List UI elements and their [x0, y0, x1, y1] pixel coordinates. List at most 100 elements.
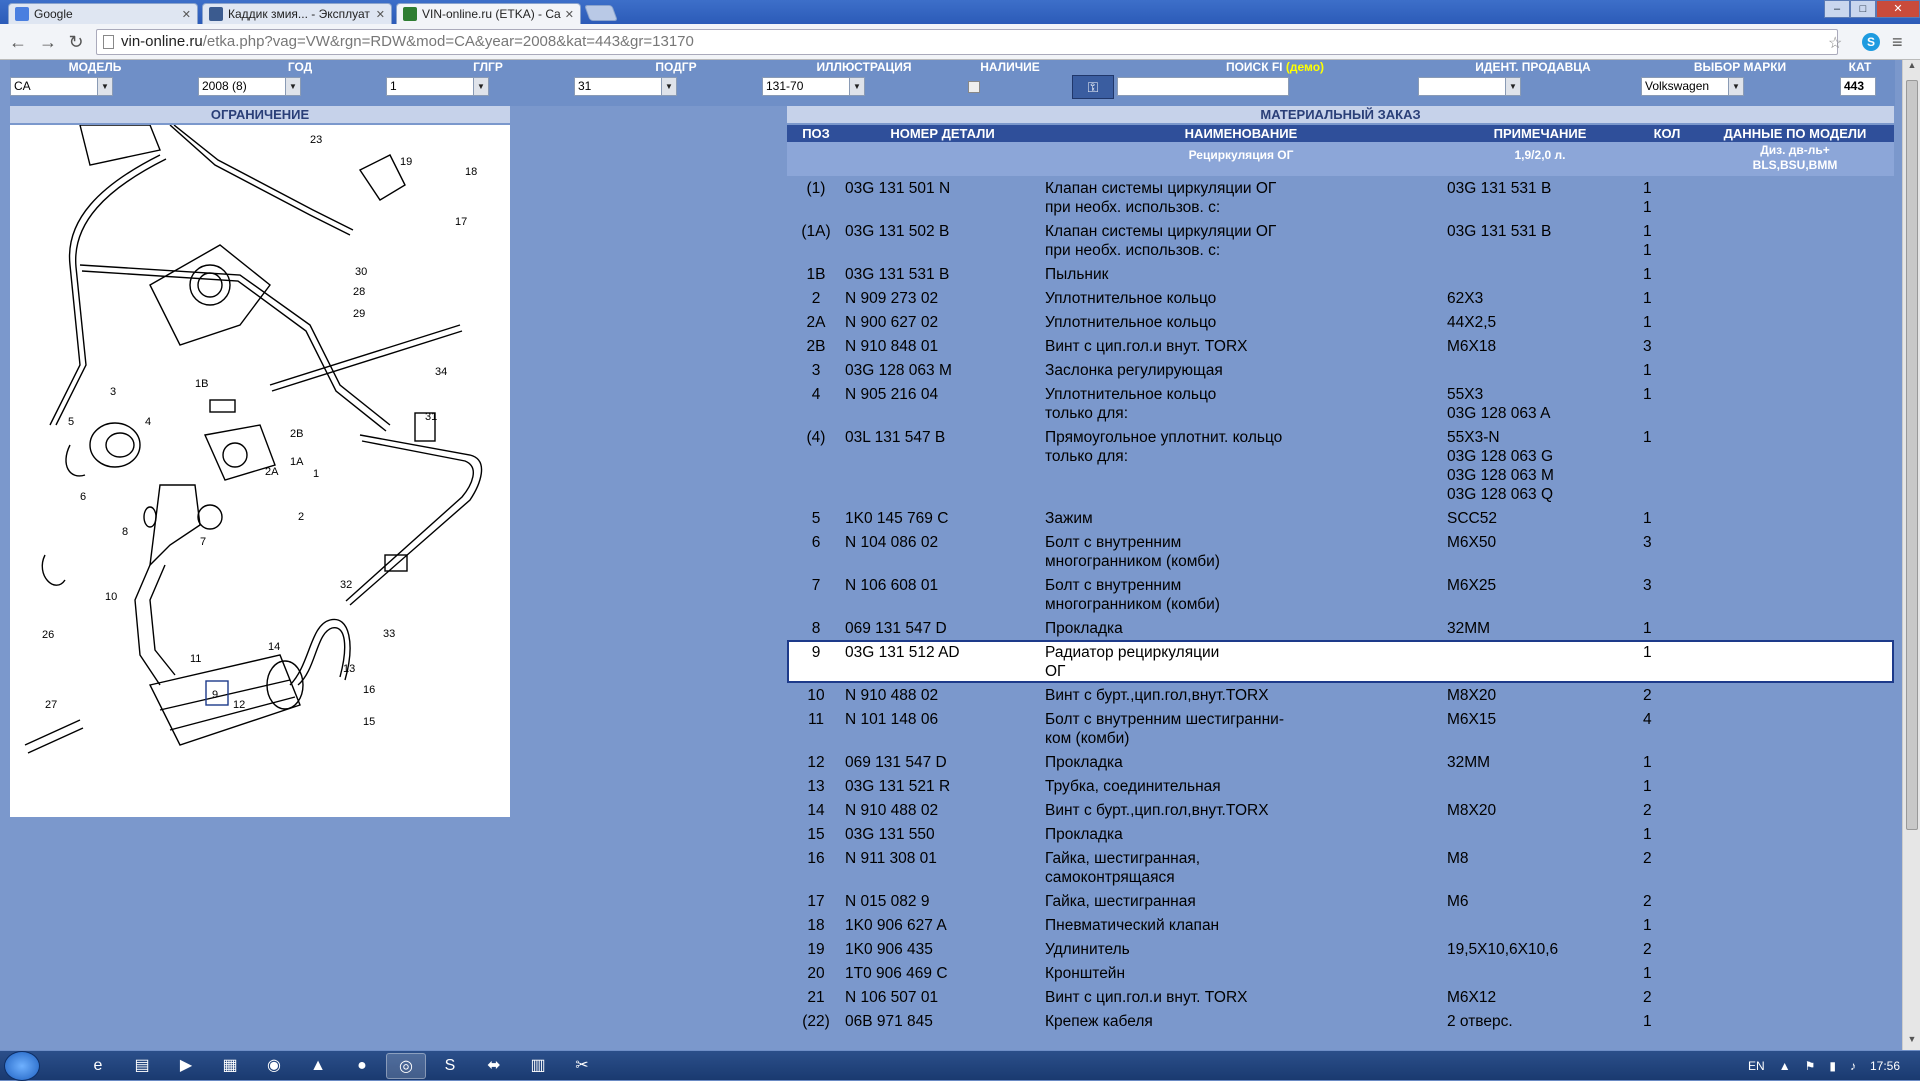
header-number[interactable]: НОМЕР ДЕТАЛИ — [845, 125, 1040, 142]
close-tab-icon[interactable]: ✕ — [376, 8, 385, 21]
fi-search-input[interactable] — [1117, 77, 1289, 96]
table-row[interactable]: 8 069 131 547 D Прокладка 32MM 1 — [787, 616, 1894, 640]
cell-model — [1696, 777, 1894, 796]
subgroup-select[interactable]: 31 ▼ — [574, 77, 677, 96]
table-row[interactable]: 20 1T0 906 469 C Кронштейн 1 — [787, 961, 1894, 985]
table-row[interactable]: 12 069 131 547 D Прокладка 32MM 1 — [787, 750, 1894, 774]
callout-label: 3 — [110, 386, 116, 398]
table-row[interactable]: 10 N 910 488 02 Винт с бурт.,цип.гол,внут.… — [787, 683, 1894, 707]
cell-qty: 11 — [1638, 222, 1696, 260]
table-row[interactable]: 17 N 015 082 9 Гайка, шестигранная M6 2 — [787, 889, 1894, 913]
availability-checkbox[interactable] — [968, 81, 980, 93]
aimp-icon[interactable]: ▲ — [298, 1053, 338, 1079]
maximize-icon[interactable]: □ — [1850, 0, 1876, 18]
address-bar[interactable]: vin-online.ru/etka.php?vag=VW&rgn=RDW&mo… — [96, 29, 1838, 55]
table-row[interactable]: 18 1K0 906 627 A Пневматический клапан 1 — [787, 913, 1894, 937]
new-tab-button[interactable] — [584, 5, 618, 21]
table-row[interactable]: 2 N 909 273 02 Уплотнительное кольцо 62X3 1 — [787, 286, 1894, 310]
cell-part-number: N 911 308 01 — [845, 850, 937, 867]
illustration-select[interactable]: 131-70 ▼ — [762, 77, 865, 96]
material-order-header[interactable]: МАТЕРИАЛЬНЫЙ ЗАКАЗ — [787, 106, 1894, 123]
scroll-up-icon[interactable]: ▲ — [1903, 60, 1920, 76]
cell-name: Прокладка — [1040, 753, 1442, 772]
chrome-icon[interactable]: ◎ — [386, 1053, 426, 1079]
close-tab-icon[interactable]: ✕ — [565, 8, 574, 21]
cell-name-line: Болт с внутренним шестигранни- — [1045, 711, 1284, 728]
key-search-button[interactable]: ⚿ — [1072, 75, 1114, 99]
model-select[interactable]: CA ▼ — [10, 77, 113, 96]
bookmark-star-icon[interactable]: ☆ — [1828, 33, 1842, 53]
network-icon[interactable]: ▮ — [1829, 1059, 1836, 1073]
table-row[interactable]: 3 03G 128 063 M Заслонка регулирующая 1 — [787, 358, 1894, 382]
spreadsheet-icon[interactable]: ▥ — [518, 1053, 558, 1079]
skype-extension-icon[interactable]: S — [1862, 33, 1880, 51]
header-note[interactable]: ПРИМЕЧАНИЕ — [1442, 125, 1638, 142]
table-row[interactable]: 16 N 911 308 01 Гайка, шестигранная, самоко… — [787, 846, 1894, 889]
ie-icon[interactable]: e — [78, 1053, 118, 1079]
seller-select[interactable]: ▼ — [1418, 77, 1521, 96]
browser-menu-icon[interactable]: ≡ — [1892, 32, 1903, 53]
cell-pos: 2B — [806, 338, 826, 355]
torrent-icon[interactable]: ◉ — [254, 1053, 294, 1079]
cell-note-line: M6X25 — [1447, 577, 1497, 594]
group-select[interactable]: 1 ▼ — [386, 77, 489, 96]
table-row[interactable]: (22) 06B 971 845 Крепеж кабеля 2 отверс. 1 — [787, 1009, 1894, 1033]
skype-icon[interactable]: S — [430, 1053, 470, 1079]
table-row[interactable]: 14 N 910 488 02 Винт с бурт.,цип.гол,внут.… — [787, 798, 1894, 822]
reload-icon[interactable]: ↻ — [66, 32, 86, 53]
cell-qty-line: 1 — [1643, 242, 1652, 259]
tool-icon[interactable]: ✂ — [562, 1053, 602, 1079]
calculator-icon[interactable]: ▦ — [210, 1053, 250, 1079]
table-row[interactable]: 4 N 905 216 04 Уплотнительное кольцо только… — [787, 382, 1894, 425]
scroll-down-icon[interactable]: ▼ — [1903, 1034, 1920, 1050]
table-row[interactable]: 2A N 900 627 02 Уплотнительное кольцо 44X2,… — [787, 310, 1894, 334]
table-row[interactable]: 6 N 104 086 02 Болт с внутренним многогранн… — [787, 530, 1894, 573]
start-button[interactable] — [4, 1051, 40, 1081]
close-tab-icon[interactable]: ✕ — [182, 8, 191, 21]
table-row[interactable]: 7 N 106 608 01 Болт с внутренним многогранн… — [787, 573, 1894, 616]
flag-icon[interactable]: ⚑ — [1805, 1059, 1816, 1073]
tab-forum[interactable]: Каддик змия... - Эксплуат ✕ — [202, 3, 392, 24]
language-indicator[interactable]: EN — [1748, 1059, 1765, 1073]
table-row[interactable]: 11 N 101 148 06 Болт с внутренним шестигра… — [787, 707, 1894, 750]
volume-icon[interactable]: ♪ — [1850, 1059, 1856, 1073]
clock[interactable]: 17:56 — [1870, 1059, 1900, 1073]
table-row[interactable]: 15 03G 131 550 Прокладка 1 — [787, 822, 1894, 846]
table-row[interactable]: 1B 03G 131 531 B Пыльник 1 — [787, 262, 1894, 286]
table-row[interactable]: 19 1K0 906 435 Удлинитель 19,5X10,6X10,6 2 — [787, 937, 1894, 961]
cell-pos: 19 — [807, 941, 825, 958]
close-window-icon[interactable]: ✕ — [1876, 0, 1920, 18]
header-pos[interactable]: ПОЗ — [787, 125, 845, 142]
table-row[interactable]: 13 03G 131 521 R Трубка, соединительная 1 — [787, 774, 1894, 798]
explorer-icon[interactable]: ▤ — [122, 1053, 162, 1079]
kat-value[interactable]: 443 — [1840, 77, 1876, 96]
scroll-thumb[interactable] — [1906, 80, 1918, 830]
app-icon[interactable]: ⬌ — [474, 1053, 514, 1079]
media-player-icon[interactable]: ▶ — [166, 1053, 206, 1079]
tab-google[interactable]: Google ✕ — [8, 3, 198, 24]
table-row[interactable]: 9 03G 131 512 AD Радиатор рециркуляции ОГ 1 — [787, 640, 1894, 683]
header-name[interactable]: НАИМЕНОВАНИЕ — [1040, 125, 1442, 142]
table-row[interactable]: 21 N 106 507 01 Винт с цип.гол.и внут. TOR… — [787, 985, 1894, 1009]
cell-name-line: Прокладка — [1045, 620, 1123, 637]
table-row[interactable]: 5 1K0 145 769 C Зажим SCC52 1 — [787, 506, 1894, 530]
parts-diagram[interactable]: 23 19 18 17 30 28 29 34 31 3 1B 2B 5 4 1… — [10, 124, 510, 817]
back-arrow-icon[interactable]: ← — [8, 32, 28, 53]
forward-arrow-icon[interactable]: → — [38, 32, 58, 53]
table-row[interactable]: (4) 03L 131 547 B Прямоугольное уплотнит. … — [787, 425, 1894, 506]
brand-select[interactable]: Volkswagen ▼ — [1641, 77, 1744, 96]
tray-arrow-icon[interactable]: ▲ — [1779, 1059, 1791, 1073]
table-row[interactable]: (1A) 03G 131 502 B Клапан системы циркуляц… — [787, 219, 1894, 262]
tab-etka[interactable]: VIN-online.ru (ETKA) - Cat ✕ — [396, 3, 581, 24]
cell-note: 32MM — [1442, 619, 1638, 638]
header-qty[interactable]: КОЛ — [1638, 125, 1696, 142]
table-row[interactable]: (1) 03G 131 501 N Клапан системы циркуляци… — [787, 176, 1894, 219]
year-select[interactable]: 2008 (8) ▼ — [198, 77, 301, 96]
minimize-icon[interactable]: – — [1824, 0, 1850, 18]
firefox-icon[interactable]: ● — [342, 1053, 382, 1079]
callout-label: 27 — [45, 699, 57, 711]
page-scrollbar[interactable]: ▲ ▼ — [1902, 60, 1920, 1050]
table-row[interactable]: 2B N 910 848 01 Винт с цип.гол.и внут. TOR… — [787, 334, 1894, 358]
cell-name-line: Радиатор рециркуляции — [1045, 644, 1220, 661]
header-model[interactable]: ДАННЫЕ ПО МОДЕЛИ — [1696, 125, 1894, 142]
